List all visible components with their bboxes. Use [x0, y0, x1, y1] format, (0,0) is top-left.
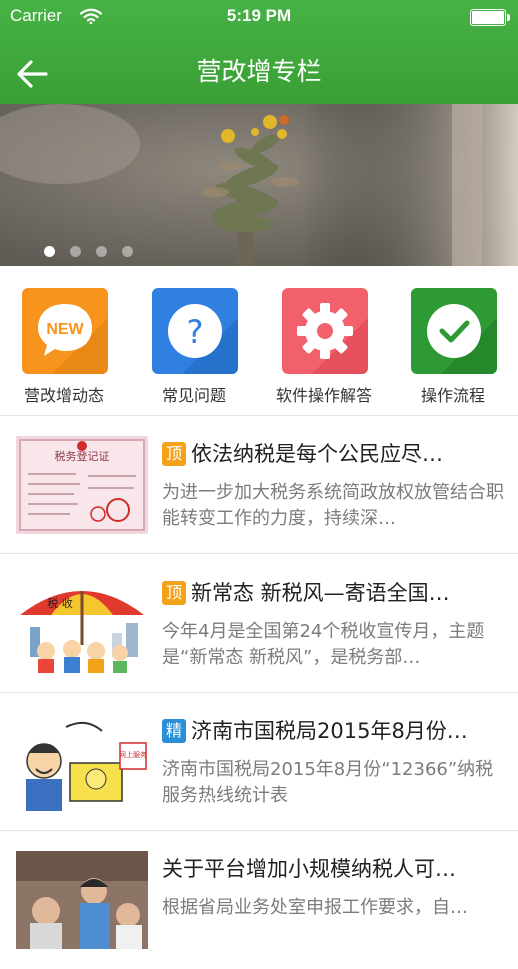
news-summary: 今年4月是全国第24个税收宣传月，主题是“新常态 新税风”，是税务部… [162, 621, 485, 668]
top-badge: 顶 [162, 442, 186, 466]
news-title: 顶新常态 新税风—寄语全国… [162, 577, 504, 607]
menu-item-software-help[interactable]: 软件操作解答 [264, 288, 384, 406]
news-title: 精济南市国税局2015年8月份… [162, 715, 504, 745]
clock: 5:19 PM [226, 6, 292, 25]
news-summary: 济南市国税局2015年8月份“12366”纳税服务热线统计表 [162, 759, 494, 806]
carousel-dot[interactable] [70, 246, 81, 257]
svg-text:?: ? [187, 313, 204, 351]
svg-text:NEW: NEW [46, 321, 84, 338]
menu-item-news[interactable]: NEW 营改增动态 [4, 288, 124, 406]
list-item[interactable]: 网上服务 精济南市国税局2015年8月份… 济南市国税局2015年8月份“123… [0, 693, 518, 831]
carousel-dot[interactable] [44, 246, 55, 257]
news-thumbnail: 网上服务 [16, 713, 148, 811]
news-thumbnail [16, 851, 148, 949]
list-item[interactable]: 税 收 顶新常态 新税风—寄语全国… 今年4月是全国第24个税收宣传月，主题是“… [0, 555, 518, 693]
carousel-dot[interactable] [96, 246, 107, 257]
status-bar: Carrier 5:19 PM [0, 0, 518, 36]
gear-icon [282, 288, 368, 374]
battery-icon [470, 9, 510, 26]
svg-text:税 收: 税 收 [47, 596, 73, 610]
quick-menu: NEW 营改增动态 ? 常见问题 软件操作解答 操作流程 [0, 266, 518, 416]
menu-label: 软件操作解答 [275, 386, 372, 405]
checkmark-icon [411, 288, 497, 374]
list-item[interactable]: 税务登记证 顶依法纳税是每个公民应尽… 为进一步加大税务系统简政放权放管结合职能… [0, 416, 518, 554]
menu-label: 营改增动态 [23, 386, 104, 405]
menu-label: 操作流程 [420, 386, 485, 405]
menu-item-procedure[interactable]: 操作流程 [393, 288, 513, 406]
svg-text:税务登记证: 税务登记证 [55, 449, 110, 463]
news-summary: 为进一步加大税务系统简政放权放管结合职能转变工作的力度，持续深… [162, 482, 504, 529]
list-item[interactable]: 关于平台增加小规模纳税人可… 根据省局业务处室申报工作要求，自… [0, 831, 518, 969]
svg-text:网上服务: 网上服务 [119, 750, 147, 759]
banner-image [0, 104, 518, 266]
news-title: 关于平台增加小规模纳税人可… [162, 857, 456, 881]
banner-carousel[interactable] [0, 104, 518, 266]
top-badge: 顶 [162, 581, 186, 605]
news-thumbnail: 税 收 [16, 575, 148, 673]
nav-bar: Carrier 5:19 PM 营改增专栏 [0, 0, 518, 104]
menu-label: 常见问题 [161, 386, 226, 405]
new-icon: NEW [22, 288, 108, 374]
news-thumbnail: 税务登记证 [16, 436, 148, 534]
question-icon: ? [152, 288, 238, 374]
carousel-dot[interactable] [122, 246, 133, 257]
news-summary: 根据省局业务处室申报工作要求，自… [162, 897, 468, 918]
page-title: 营改增专栏 [196, 57, 322, 86]
menu-item-faq[interactable]: ? 常见问题 [134, 288, 254, 406]
featured-badge: 精 [162, 719, 186, 743]
news-title: 顶依法纳税是每个公民应尽… [162, 438, 504, 468]
